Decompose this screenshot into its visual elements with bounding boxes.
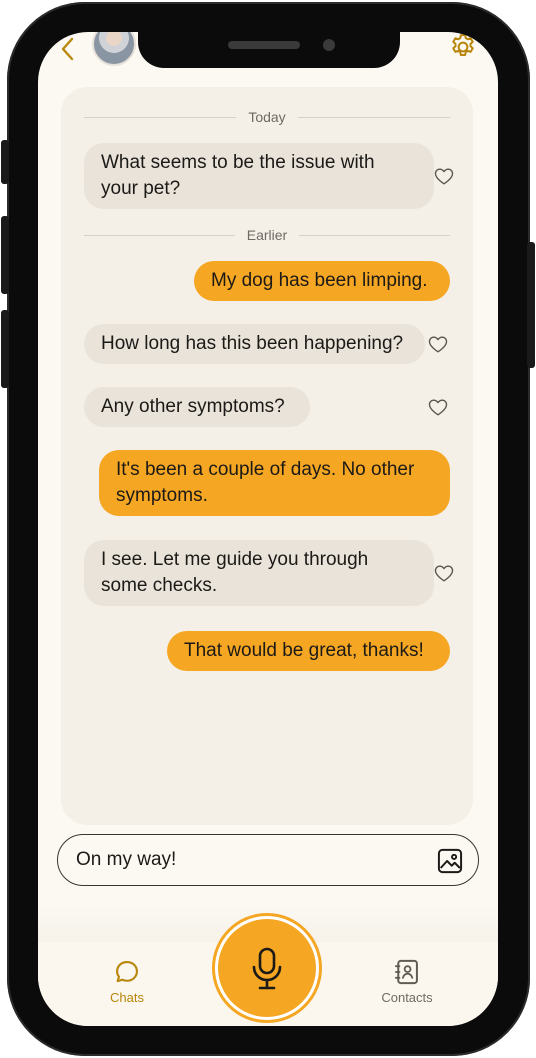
message-line: I see. Let me guide you through bbox=[101, 549, 369, 570]
message-input[interactable] bbox=[76, 845, 416, 875]
attach-image-button[interactable] bbox=[436, 847, 464, 875]
divider-label: Earlier bbox=[246, 227, 288, 243]
settings-button[interactable] bbox=[448, 32, 478, 62]
message-bubble-incoming[interactable]: What seems to be the issue with your pet… bbox=[84, 143, 434, 209]
heart-icon[interactable] bbox=[427, 396, 449, 418]
message-line: Any other symptoms? bbox=[101, 396, 285, 417]
back-button[interactable] bbox=[58, 36, 78, 62]
message-line: symptoms. bbox=[116, 485, 208, 506]
gear-icon bbox=[452, 34, 474, 56]
tab-label: Chats bbox=[110, 990, 144, 1005]
date-divider-today: Today bbox=[84, 107, 451, 127]
heart-icon[interactable] bbox=[433, 562, 455, 584]
message-bubble-outgoing[interactable]: My dog has been limping. bbox=[194, 261, 450, 301]
mute-switch bbox=[1, 140, 9, 184]
screen: Today What seems to be the issue with yo… bbox=[38, 32, 498, 1026]
volume-up-button bbox=[1, 216, 9, 294]
date-divider-earlier: Earlier bbox=[84, 225, 450, 245]
chat-bubble-icon bbox=[116, 961, 138, 983]
message-line: My dog has been limping. bbox=[211, 270, 428, 291]
message-composer bbox=[57, 834, 479, 886]
microphone-icon bbox=[252, 947, 282, 990]
chevron-left-icon bbox=[61, 37, 74, 61]
message-bubble-incoming[interactable]: I see. Let me guide you through some che… bbox=[84, 540, 434, 606]
chat-area[interactable]: Today What seems to be the issue with yo… bbox=[61, 87, 473, 825]
heart-icon[interactable] bbox=[433, 165, 455, 187]
notch bbox=[138, 32, 400, 68]
message-bubble-incoming[interactable]: How long has this been happening? bbox=[84, 324, 425, 364]
front-camera bbox=[323, 39, 335, 51]
message-bubble-outgoing[interactable]: It's been a couple of days. No other sym… bbox=[99, 450, 450, 516]
voice-record-button[interactable] bbox=[215, 916, 319, 1020]
tab-chats[interactable]: Chats bbox=[82, 948, 172, 1008]
tab-label: Contacts bbox=[381, 990, 433, 1005]
contacts-book-icon bbox=[394, 959, 418, 985]
message-line: some checks. bbox=[101, 575, 218, 596]
tab-contacts[interactable]: Contacts bbox=[362, 948, 452, 1008]
message-bubble-incoming[interactable]: Any other symptoms? bbox=[84, 387, 310, 427]
power-button bbox=[527, 242, 535, 368]
volume-down-button bbox=[1, 310, 9, 388]
message-line: That would be great, thanks! bbox=[184, 640, 424, 661]
message-line: your pet? bbox=[101, 178, 181, 199]
message-bubble-outgoing[interactable]: That would be great, thanks! bbox=[167, 631, 450, 671]
image-icon bbox=[437, 848, 463, 874]
message-line: What seems to be the issue with bbox=[101, 152, 375, 173]
divider-label: Today bbox=[248, 109, 286, 125]
heart-icon[interactable] bbox=[427, 333, 449, 355]
avatar[interactable] bbox=[92, 32, 136, 66]
message-line: It's been a couple of days. No other bbox=[116, 459, 415, 480]
message-line: How long has this been happening? bbox=[101, 333, 404, 354]
speaker bbox=[228, 41, 300, 49]
